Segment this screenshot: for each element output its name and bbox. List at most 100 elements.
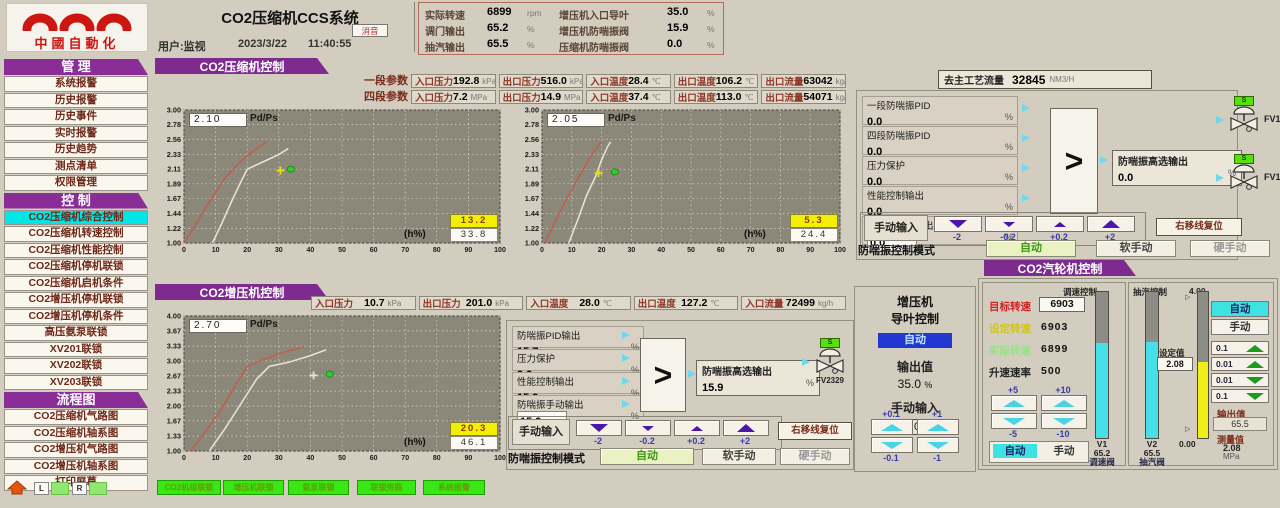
svg-text:60: 60 [370,455,378,462]
valve-tag: FV2329 [808,376,852,385]
signal-arrow-icon [622,377,630,385]
sidebar-item[interactable]: XV202联锁 [4,358,148,374]
pressure-nudge-up-button[interactable]: 0.01 [1211,357,1269,371]
bottom-bar-button[interactable]: 增压机联锁 [223,480,284,495]
svg-text:2.33: 2.33 [167,387,181,396]
sidebar-item[interactable]: 系统报警 [4,76,148,92]
sidebar-item[interactable]: CO2压缩机停机联锁 [4,259,148,275]
svg-text:60: 60 [370,247,378,254]
signal-label: 一段防喘振PID [867,98,1013,112]
pressure-nudge-down-button[interactable]: 0.01 [1211,373,1269,387]
sidebar-item[interactable]: 历史报警 [4,93,148,109]
sidebar-item[interactable]: XV203联锁 [4,375,148,391]
signal-arrow-icon [1022,104,1030,112]
valve-tag: FV111 [1264,114,1280,124]
nudge-button--0.2[interactable] [985,216,1033,232]
sidebar-item[interactable]: CO2压缩机综合控制 [4,210,148,226]
sidebar-item[interactable]: CO2增压机气路图 [4,442,148,458]
sidebar-item[interactable]: CO2增压机停机条件 [4,309,148,325]
svg-text:60: 60 [717,247,725,254]
sidebar-item[interactable]: CO2压缩机转速控制 [4,226,148,242]
bottom-bar-button[interactable]: 氨泵联锁 [288,480,349,495]
speed-mode-auto[interactable]: 自动 [993,444,1037,458]
param-field-value: 113.0 [716,91,742,103]
param-field-unit: kg/h [836,77,846,86]
cyan-down-icon [881,442,903,449]
svg-text:0: 0 [540,247,544,254]
sidebar-item[interactable]: CO2压缩机气路图 [4,409,148,425]
nudge-button-+2[interactable] [1087,216,1135,232]
sidebar-item[interactable]: CO2增压机轴系图 [4,459,148,475]
nudge-button-+0.2[interactable] [1036,216,1084,232]
sidebar-item[interactable]: CO2压缩机轴系图 [4,426,148,442]
stat-unit: % [527,40,535,50]
speed-row-label: 升速速率 [989,365,1031,380]
nudge-button-+2[interactable] [723,420,769,436]
pressure-nudge-up-button[interactable]: 0.1 [1211,341,1269,355]
sidebar-item[interactable]: XV201联锁 [4,342,148,358]
speed-mode-manual[interactable]: 手动 [1044,444,1084,458]
sidebar-item[interactable]: 测点清单 [4,159,148,175]
home-icon[interactable] [6,480,28,495]
cyan-up-icon [927,424,949,431]
reset-line-button[interactable]: 右移线复位 [778,422,852,440]
mute-button[interactable]: 消音 [352,24,388,37]
param-field-value: 106.2 [716,75,742,87]
bottom-bar-button[interactable]: CO2机组联锁 [157,480,221,495]
guide-vane-mode-button[interactable]: 自动 [878,333,952,348]
setpoint-input[interactable]: 2.08 [1157,357,1193,371]
signal-arrow-icon [1022,194,1030,202]
extraction-mode-auto[interactable]: 自动 [1211,301,1269,317]
param-field-label: 入口压力 [415,74,453,88]
param-field-label: 出口温度 [638,296,676,310]
sidebar-item[interactable]: CO2压缩机启机条件 [4,276,148,292]
svg-text:30: 30 [628,247,636,254]
extraction-mode-manual[interactable]: 手动 [1211,319,1269,335]
mode-button-hard-manual[interactable]: 硬手动 [780,448,850,465]
process-flow-box: 去主工艺流量 32845 NM3/H [938,70,1152,89]
nudge-button--2[interactable] [934,216,982,232]
mode-button-auto[interactable]: 自动 [986,240,1076,257]
speed-row-value: 500 [1041,365,1062,377]
nav-right-button[interactable]: R [72,482,87,495]
signal-unit: % [1005,142,1013,152]
mode-button-soft-manual[interactable]: 软手动 [702,448,776,465]
speed-nudge-label: +10 [1041,385,1085,395]
speed-target-input[interactable]: 6903 [1039,297,1085,312]
svg-text:50: 50 [338,247,346,254]
sidebar-item[interactable]: 历史事件 [4,109,148,125]
bottom-bar-button[interactable]: 系统报警 [423,480,485,495]
sidebar-item[interactable]: 权限管理 [4,175,148,191]
sidebar-item[interactable]: CO2增压机停机联锁 [4,292,148,308]
gv-nudge-up-button[interactable] [917,419,959,435]
bottom-bar-button[interactable]: 联锁旁路 [357,480,416,495]
pressure-nudge-down-button[interactable]: 0.1 [1211,389,1269,403]
speed-nudge-up-button[interactable] [991,395,1037,411]
gv-nudge-down-button[interactable] [917,437,959,453]
sidebar-item[interactable]: 实时报警 [4,126,148,142]
reset-line-button[interactable]: 右移线复位 [1156,218,1242,236]
antisurge-mode-label: 防喘振控制模式 [508,450,585,466]
gv-nudge-up-button[interactable] [871,419,913,435]
logo-text: 中國自動化 [7,36,147,52]
sidebar-item[interactable]: 历史趋势 [4,142,148,158]
nudge-button-+0.2[interactable] [674,420,720,436]
header-stats-panel: 实际转速6899rpm增压机入口导叶35.0%调门输出65.2%增压机防喘振阀1… [418,2,724,55]
stat-label: 实际转速 [425,7,465,22]
gv-nudge-label: +0.1 [871,409,911,419]
mode-button-soft-manual[interactable]: 软手动 [1096,240,1176,257]
speed-nudge-up-button[interactable] [1041,395,1087,411]
svg-text:20: 20 [598,247,606,254]
sidebar-item[interactable]: CO2压缩机性能控制 [4,243,148,259]
gv-nudge-down-button[interactable] [871,437,913,453]
nudge-button--0.2[interactable] [625,420,671,436]
stat-value: 0.0 [667,38,682,50]
mode-button-hard-manual[interactable]: 硬手动 [1190,240,1270,257]
speed-nudge-down-button[interactable] [1041,413,1087,429]
nudge-button--2[interactable] [576,420,622,436]
param-field-label: 入口压力 [315,296,353,310]
sidebar-item[interactable]: 高压氨泵联锁 [4,325,148,341]
speed-nudge-down-button[interactable] [991,413,1037,429]
mode-button-auto[interactable]: 自动 [600,448,694,465]
nav-left-button[interactable]: L [34,482,49,495]
